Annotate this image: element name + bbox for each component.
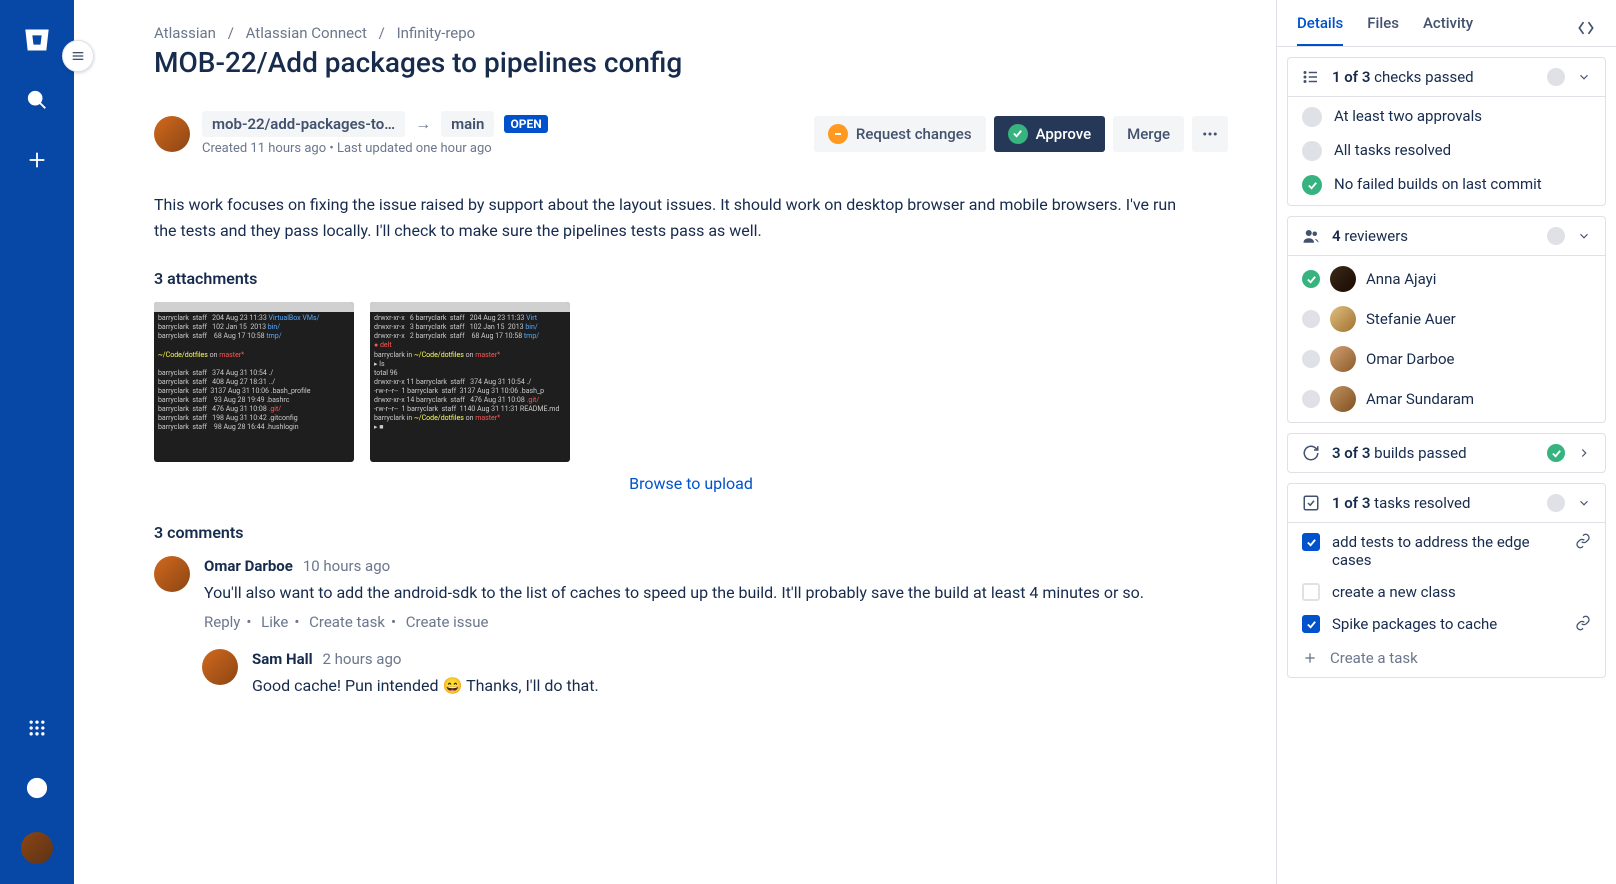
comment-avatar[interactable] (202, 649, 238, 685)
expand-panel-icon[interactable] (1576, 18, 1596, 42)
details-panel: Details Files Activity 1 of 3 checks pas… (1276, 0, 1616, 884)
browse-upload-link[interactable]: Browse to upload (629, 474, 753, 493)
tasks-header[interactable]: 1 of 3 tasks resolved (1288, 484, 1605, 522)
task-checkbox[interactable] (1302, 615, 1320, 633)
builds-header[interactable]: 3 of 3 builds passed (1288, 434, 1605, 472)
more-actions-button[interactable] (1192, 116, 1228, 152)
reviewer-item: Amar Sundaram (1302, 386, 1591, 412)
reviewers-header[interactable]: 4 reviewers (1288, 217, 1605, 255)
minus-circle-icon (828, 124, 848, 144)
attachments-heading: 3 attachments (154, 269, 1228, 288)
chevron-right-icon (1577, 446, 1591, 460)
attachment-thumbnail[interactable]: barryclark staff 204 Aug 23 11:33 Virtua… (154, 302, 354, 462)
breadcrumb-item[interactable]: Atlassian (154, 24, 216, 42)
browse-upload: Browse to upload (154, 474, 1228, 493)
help-icon[interactable] (21, 772, 53, 804)
comment-body: You'll also want to add the android-sdk … (204, 581, 1184, 605)
page-title: MOB-22/Add packages to pipelines config (154, 46, 1228, 79)
reviewer-item: Stefanie Auer (1302, 306, 1591, 332)
attachments-list: barryclark staff 204 Aug 23 11:33 Virtua… (154, 302, 1228, 462)
chevron-down-icon (1577, 70, 1591, 84)
checkbox-icon (1302, 494, 1320, 512)
merge-button[interactable]: Merge (1113, 116, 1184, 152)
bitbucket-logo-icon[interactable] (21, 24, 53, 56)
breadcrumb-item[interactable]: Infinity-repo (397, 24, 476, 42)
reviewer-avatar[interactable] (1330, 266, 1356, 292)
source-branch[interactable]: mob-22/add-packages-to… (202, 111, 405, 137)
breadcrumb: Atlassian / Atlassian Connect / Infinity… (154, 24, 1228, 42)
comment-author: Sam Hall (252, 650, 313, 668)
plus-icon (1302, 650, 1318, 666)
breadcrumb-item[interactable]: Atlassian Connect (246, 24, 367, 42)
task-checkbox[interactable] (1302, 583, 1320, 601)
profile-avatar[interactable] (21, 832, 53, 864)
comment-reply-nested: Sam Hall 2 hours ago Good cache! Pun int… (202, 649, 1228, 706)
comment-body: Good cache! Pun intended 😄 Thanks, I'll … (252, 674, 1228, 698)
refresh-icon (1302, 444, 1320, 462)
global-nav (0, 0, 74, 884)
task-checkbox[interactable] (1302, 533, 1320, 551)
status-badge: OPEN (504, 115, 547, 133)
people-icon (1302, 227, 1320, 245)
chevron-down-icon (1577, 229, 1591, 243)
check-item: All tasks resolved (1302, 141, 1591, 161)
target-branch[interactable]: main (441, 111, 494, 137)
create-icon[interactable] (21, 144, 53, 176)
comment-create-issue[interactable]: Create issue (406, 613, 489, 631)
reviewer-item: Omar Darboe (1302, 346, 1591, 372)
checks-card: 1 of 3 checks passed At least two approv… (1287, 57, 1606, 206)
reviewers-card: 4 reviewers Anna Ajayi Stefanie Auer (1287, 216, 1606, 423)
comment-actions: Reply• Like• Create task• Create issue (204, 613, 1228, 631)
arrow-right-icon: → (415, 114, 431, 134)
attachment-thumbnail[interactable]: drwxr-xr-x 6 barryclark staff 204 Aug 23… (370, 302, 570, 462)
comment-reply[interactable]: Reply (204, 613, 240, 631)
pr-timestamps: Created 11 hours ago • Last updated one … (202, 141, 548, 156)
check-circle-icon (1008, 124, 1028, 144)
comment-like[interactable]: Like (261, 613, 288, 631)
comment-time: 2 hours ago (323, 650, 402, 668)
tab-files[interactable]: Files (1367, 14, 1399, 46)
list-icon (1302, 68, 1320, 86)
sidebar-toggle-icon[interactable] (62, 40, 94, 72)
comment-author: Omar Darboe (204, 557, 293, 575)
comment-create-task[interactable]: Create task (309, 613, 385, 631)
reviewer-avatar[interactable] (1330, 346, 1356, 372)
comment-avatar[interactable] (154, 556, 190, 592)
tab-activity[interactable]: Activity (1423, 14, 1473, 46)
create-task-button[interactable]: Create a task (1302, 649, 1591, 667)
chevron-down-icon (1577, 496, 1591, 510)
request-changes-button[interactable]: Request changes (814, 116, 986, 152)
pr-description: This work focuses on fixing the issue ra… (154, 192, 1194, 243)
approve-button[interactable]: Approve (994, 116, 1106, 152)
panel-tabs: Details Files Activity (1277, 0, 1616, 47)
reviewer-avatar[interactable] (1330, 306, 1356, 332)
reviewer-avatar[interactable] (1330, 386, 1356, 412)
comments-heading: 3 comments (154, 523, 1228, 542)
task-item: add tests to address the edge cases (1302, 533, 1591, 569)
checks-header[interactable]: 1 of 3 checks passed (1288, 58, 1605, 96)
main-content: Atlassian / Atlassian Connect / Infinity… (74, 0, 1276, 884)
tab-details[interactable]: Details (1297, 14, 1343, 46)
tasks-card: 1 of 3 tasks resolved add tests to addre… (1287, 483, 1606, 678)
builds-card: 3 of 3 builds passed (1287, 433, 1606, 473)
link-icon[interactable] (1575, 533, 1591, 553)
task-item: Spike packages to cache (1302, 615, 1591, 635)
comment: Omar Darboe 10 hours ago You'll also wan… (154, 556, 1228, 631)
app-switcher-icon[interactable] (21, 712, 53, 744)
search-icon[interactable] (21, 84, 53, 116)
task-item: create a new class (1302, 583, 1591, 601)
link-icon[interactable] (1575, 615, 1591, 635)
reviewer-item: Anna Ajayi (1302, 266, 1591, 292)
check-item: At least two approvals (1302, 107, 1591, 127)
pr-author-avatar[interactable] (154, 116, 190, 152)
check-item: No failed builds on last commit (1302, 175, 1591, 195)
comment-time: 10 hours ago (303, 557, 390, 575)
